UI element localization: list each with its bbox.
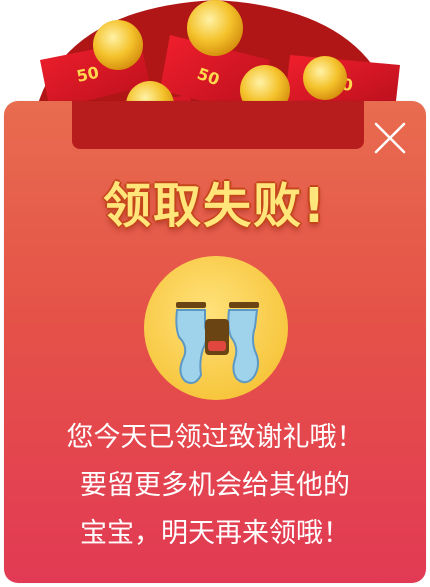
panel-notch [72, 101, 364, 149]
close-button[interactable] [370, 118, 410, 158]
dialog-title: 领取失败! [103, 178, 327, 234]
dialog-message: 您今天已领过致谢礼哦！ 要留更多机会给其他的 宝宝，明天再来领哦！ [0, 414, 430, 558]
message-line-3: 宝宝，明天再来领哦！ [80, 518, 350, 549]
message-line-1: 您今天已领过致谢礼哦！ [66, 422, 364, 453]
close-icon [374, 122, 406, 154]
failure-dialog-screen: 50 50 50 50 50 领取失败! [0, 0, 430, 587]
message-line-2: 要留更多机会给其他的 [80, 470, 350, 501]
crying-face-icon [144, 256, 288, 400]
